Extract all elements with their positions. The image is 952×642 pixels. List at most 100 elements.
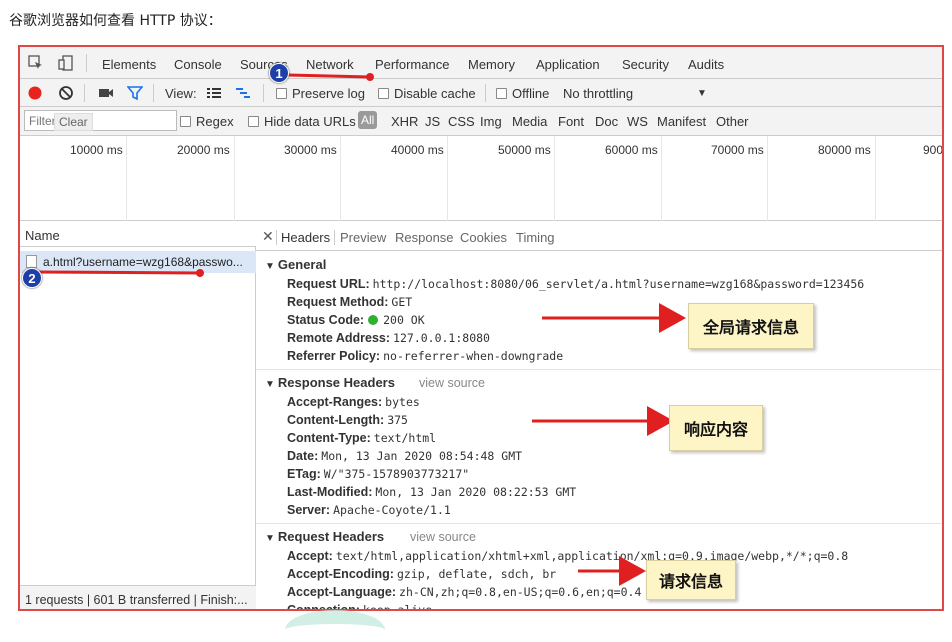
tab-memory[interactable]: Memory: [468, 57, 515, 72]
filter-type-other[interactable]: Other: [716, 114, 749, 129]
header-row: Last-Modified: Mon, 13 Jan 2020 08:22:53 …: [287, 485, 576, 499]
header-key: Last-Modified:: [287, 485, 373, 499]
general-section-toggle[interactable]: ▼ General: [265, 257, 326, 272]
header-value: http://localhost:8080/06_servlet/a.html?…: [372, 277, 865, 291]
tab-network[interactable]: Network: [306, 57, 354, 72]
step-badge-1: 1: [269, 63, 289, 83]
filter-type-media[interactable]: Media: [512, 114, 547, 129]
name-column-header[interactable]: Name: [20, 221, 256, 247]
checkbox-icon: [378, 88, 389, 99]
filter-type-doc[interactable]: Doc: [595, 114, 618, 129]
filter-type-font[interactable]: Font: [558, 114, 584, 129]
tab-audits[interactable]: Audits: [688, 57, 724, 72]
large-rows-icon[interactable]: [206, 85, 222, 101]
filter-type-manifest[interactable]: Manifest: [657, 114, 706, 129]
toolbar-divider: [485, 84, 486, 102]
tab-cookies[interactable]: Cookies: [460, 230, 507, 245]
header-key: Accept:: [287, 549, 333, 563]
filter-type-css[interactable]: CSS: [448, 114, 475, 129]
timeline-overview[interactable]: 10000 ms 20000 ms 30000 ms 40000 ms 5000…: [20, 136, 942, 221]
request-headers-toggle[interactable]: ▼ Request Headers: [265, 529, 384, 544]
filter-type-js[interactable]: JS: [425, 114, 440, 129]
close-icon[interactable]: ✕: [262, 228, 274, 245]
device-toolbar-icon[interactable]: [58, 55, 74, 71]
inspect-element-icon[interactable]: [28, 55, 44, 71]
filter-type-img[interactable]: Img: [480, 114, 502, 129]
hide-data-urls-checkbox[interactable]: Hide data URLs: [248, 114, 356, 129]
tab-response[interactable]: Response: [395, 230, 454, 245]
header-value: 127.0.0.1:8080: [393, 331, 490, 345]
filter-input[interactable]: [24, 110, 177, 131]
toolbar-divider: [153, 84, 154, 102]
header-value: GET: [391, 295, 413, 309]
filter-type-ws[interactable]: WS: [627, 114, 648, 129]
request-name: a.html?username=wzg168&passwo...: [43, 255, 243, 269]
clear-log-icon[interactable]: [58, 85, 74, 101]
header-key: Accept-Language:: [287, 585, 397, 599]
disable-cache-checkbox[interactable]: Disable cache: [378, 86, 476, 101]
tab-timing[interactable]: Timing: [516, 230, 555, 245]
timeline-tick-label: 20000 ms: [177, 143, 230, 157]
response-view-source-link[interactable]: view source: [419, 376, 485, 390]
offline-label: Offline: [512, 86, 550, 101]
header-key: Status Code:: [287, 313, 365, 327]
header-value: no-referrer-when-downgrade: [383, 349, 564, 363]
tab-console[interactable]: Console: [174, 57, 222, 72]
triangle-down-icon: ▼: [265, 261, 275, 272]
section-divider: [256, 369, 942, 370]
filter-funnel-icon[interactable]: [127, 85, 143, 101]
request-row[interactable]: a.html?username=wzg168&passwo...: [20, 251, 256, 273]
filter-bar: Clear Regex Hide data URLs All XHR JS CS…: [20, 107, 942, 136]
header-row: Request Method: GET: [287, 295, 412, 309]
header-value: Mon, 13 Jan 2020 08:54:48 GMT: [321, 449, 523, 463]
header-value: W/"375-1578903773217": [323, 467, 470, 481]
regex-checkbox[interactable]: Regex: [180, 114, 234, 129]
tab-performance[interactable]: Performance: [375, 57, 449, 72]
header-key: Content-Type:: [287, 431, 371, 445]
timeline-tick-label: 30000 ms: [284, 143, 337, 157]
response-headers-toggle[interactable]: ▼ Response Headers: [265, 375, 395, 390]
timeline-tick-label: 60000 ms: [605, 143, 658, 157]
header-key: Content-Length:: [287, 413, 385, 427]
video-camera-icon[interactable]: [98, 85, 114, 101]
preserve-log-checkbox[interactable]: Preserve log: [276, 86, 365, 101]
timeline-tick-label: 10000 ms: [70, 143, 123, 157]
filter-type-all[interactable]: All: [358, 111, 378, 129]
toolbar-divider: [263, 84, 264, 102]
header-value: 200 OK: [383, 313, 425, 327]
timeline-tick-label: 50000 ms: [498, 143, 551, 157]
offline-checkbox[interactable]: Offline: [496, 86, 549, 101]
waterfall-overview-icon[interactable]: [235, 85, 251, 101]
checkbox-icon: [248, 116, 259, 127]
header-value: gzip, deflate, sdch, br: [396, 567, 557, 581]
tab-security[interactable]: Security: [622, 57, 669, 72]
header-row: Date: Mon, 13 Jan 2020 08:54:48 GMT: [287, 449, 522, 463]
request-info-note: 请求信息: [646, 560, 737, 600]
timeline-gridline: [340, 136, 341, 221]
request-details-pane: ✕ Headers Preview Response Cookies Timin…: [256, 221, 942, 609]
header-key: ETag:: [287, 467, 321, 481]
tab-preview[interactable]: Preview: [340, 230, 386, 245]
record-icon[interactable]: [27, 85, 43, 101]
header-value: Mon, 13 Jan 2020 08:22:53 GMT: [375, 485, 577, 499]
timeline-gridline: [447, 136, 448, 221]
header-row: Referrer Policy: no-referrer-when-downgra…: [287, 349, 563, 363]
header-key: Referrer Policy:: [287, 349, 381, 363]
header-row: Server: Apache-Coyote/1.1: [287, 503, 451, 517]
chevron-down-icon[interactable]: ▼: [697, 88, 707, 99]
header-row: Connection: keep-alive: [287, 603, 432, 609]
header-value: text/html: [373, 431, 437, 445]
tab-application[interactable]: Application: [536, 57, 600, 72]
header-value: text/html,application/xhtml+xml,applicat…: [335, 549, 849, 563]
request-view-source-link[interactable]: view source: [410, 530, 476, 544]
general-section-title: General: [277, 257, 327, 272]
filter-type-xhr[interactable]: XHR: [391, 114, 418, 129]
response-headers-title: Response Headers: [277, 375, 395, 390]
header-row: ETag: W/"375-1578903773217": [287, 467, 469, 481]
tab-headers[interactable]: Headers: [276, 230, 336, 245]
throttling-select[interactable]: No throttling: [563, 86, 633, 101]
step-badge-2: 2: [22, 268, 42, 288]
tab-elements[interactable]: Elements: [102, 57, 156, 72]
detail-tab-bar: ✕ Headers Preview Response Cookies Timin…: [256, 221, 942, 251]
background-decoration: [285, 610, 385, 642]
